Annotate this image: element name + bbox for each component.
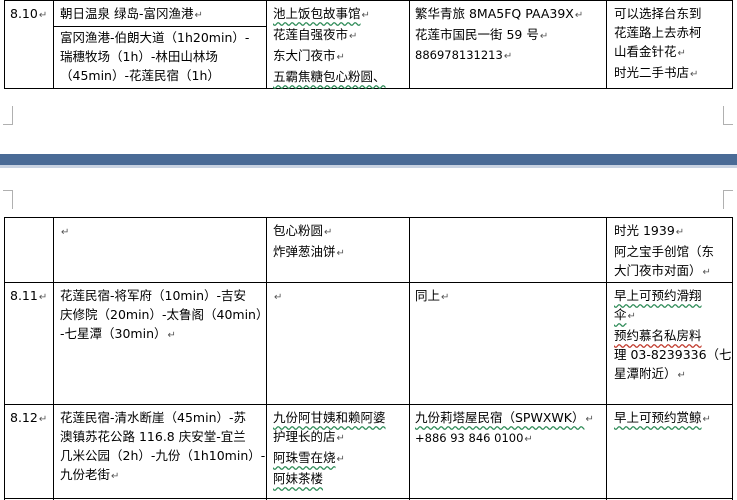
route-cell: ↵ — [61, 227, 70, 238]
notes-cell: 时光 1939↵ 阿之宝手创馆（东 大门夜市对面）↵ — [614, 223, 715, 278]
page-separator-shadow — [0, 165, 737, 168]
page-corner-icon — [723, 190, 733, 209]
paragraph-return-icon: ↵ — [38, 10, 48, 21]
food-cell: 九份阿甘姨和赖阿婆 护理长的店↵ 阿珠雪在烧↵ 阿妹茶楼 — [273, 410, 386, 486]
food-cell: 包心粉圆↵ 炸弹葱油饼↵ — [273, 223, 345, 259]
route-cell-detail: 富冈渔港-伯朗大道（1h20min）- 瑞穗牧场（1h）-林田山林场 （45mi… — [60, 30, 250, 83]
notes-cell: 早上可预约赏鲸↵ — [614, 410, 711, 425]
food-cell: 池上饭包故事馆↵ 花莲自强夜市↵ 东大门夜市↵ 五霸焦糖包心粉圆、 — [273, 6, 386, 84]
route-cell: 花莲民宿-清水断崖（45min）-苏 澳镇苏花公路 116.8 庆安堂-宜兰 几… — [60, 410, 266, 482]
date-cell: 8.12↵ — [10, 410, 48, 425]
notes-cell: 早上可预约滑翔 伞↵ 预约慕名私房料 理 03-8239336（七 星潭附近）↵ — [614, 288, 732, 381]
route-cell: 花莲民宿-将军府（10min）-吉安 庆修院（20min）-太鲁阁（40min）… — [60, 288, 269, 341]
page-corner-icon — [3, 190, 13, 209]
lodging-cell: 九份莉塔屋民宿（SPWXWK）↵ +886 93 846 0100↵ — [415, 410, 594, 445]
date-cell: 8.11↵ — [10, 288, 48, 303]
notes-cell: 可以选择台东到 花莲路上去赤柯 山看金针花↵ 时光二手书店↵ — [614, 6, 702, 80]
page-separator — [0, 154, 737, 165]
lodging-cell: 繁华青旅 8MA5FQ PAA39X↵ 花莲市国民一街 59 号↵ 886978… — [415, 6, 584, 62]
page-corner-icon — [3, 106, 13, 125]
route-cell: 朝日温泉 绿岛-富冈渔港↵ — [60, 6, 203, 21]
page-corner-icon — [723, 106, 733, 125]
lodging-cell: 同上↵ — [415, 288, 450, 303]
date-cell: 8.10↵ — [10, 6, 48, 21]
food-cell: ↵ — [274, 292, 283, 303]
